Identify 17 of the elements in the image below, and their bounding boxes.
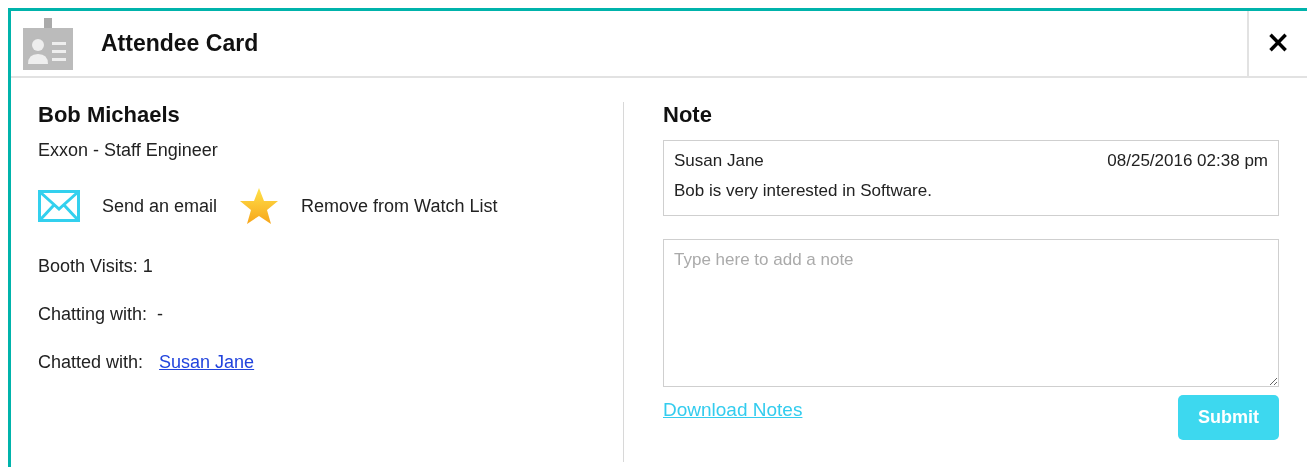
notes-heading: Note [663,102,713,128]
watch-list-link[interactable]: Remove from Watch List [301,195,498,217]
envelope-icon [38,190,80,222]
id-badge-icon [23,17,73,70]
note-input-field[interactable]: Type here to add a note [663,239,1279,387]
note-author: Susan Jane [674,151,764,171]
note-text: Bob is very interested in Software. [674,181,933,201]
attendee-name: Bob Michaels [38,102,181,128]
contact-link[interactable]: Susan Jane [159,351,255,373]
send-email-link[interactable]: Send an email [102,195,218,217]
window-title: Attendee Card [101,30,260,57]
attendee-subtitle: Exxon - Staff Engineer [38,140,219,161]
star-icon [239,186,280,226]
detail-label: Booth Visits: 1 [38,255,153,277]
note-timestamp: 08/25/2016 02:38 pm [1107,151,1268,171]
detail-label: Chatting with: - [38,303,164,325]
detail-label: Chatted with: [38,351,144,373]
